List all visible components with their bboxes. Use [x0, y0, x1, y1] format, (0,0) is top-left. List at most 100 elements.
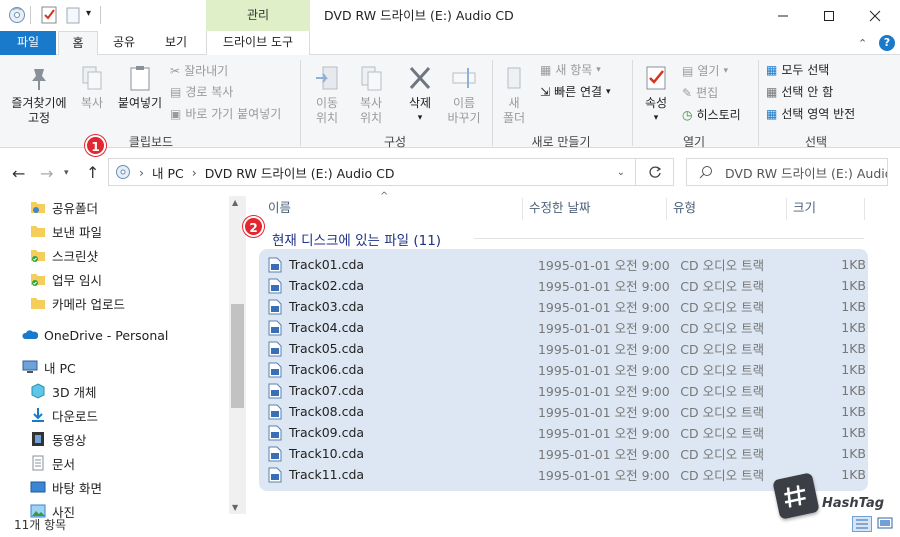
- copy-button[interactable]: 복사: [72, 64, 112, 111]
- file-type: CD 오디오 트랙: [680, 321, 765, 336]
- file-date: 1995-01-01 오전 9:00: [537, 405, 670, 420]
- details-view-icon: [856, 519, 868, 529]
- file-row[interactable]: Track10.cda 1995-01-01 오전 9:00 CD 오디오 트랙 1K…: [268, 443, 866, 464]
- file-name: Track01.cda: [289, 257, 365, 272]
- nav-item-4[interactable]: 카메라 업로드: [0, 291, 125, 315]
- properties-quick-icon[interactable]: [40, 6, 58, 24]
- edit-button[interactable]: ✎ 편집: [682, 83, 718, 103]
- annotation-badge-2: 2: [243, 216, 264, 237]
- nav-item-8[interactable]: 다운로드: [0, 403, 98, 427]
- file-row[interactable]: Track08.cda 1995-01-01 오전 9:00 CD 오디오 트랙 1K…: [268, 401, 866, 422]
- file-type: CD 오디오 트랙: [680, 447, 765, 462]
- column-date[interactable]: 수정한 날짜: [529, 198, 590, 220]
- file-row[interactable]: Track07.cda 1995-01-01 오전 9:00 CD 오디오 트랙 1K…: [268, 380, 866, 401]
- cut-button[interactable]: ✂ 잘라내기: [170, 61, 228, 81]
- open-button[interactable]: ▤ 열기 ▾: [682, 61, 728, 81]
- nav-item-1[interactable]: 보낸 파일: [0, 219, 102, 243]
- nav-item-3[interactable]: 업무 임시: [0, 267, 102, 291]
- tab-drive-tools[interactable]: 드라이브 도구: [206, 31, 310, 55]
- file-size: 1KB: [841, 467, 867, 482]
- nav-item-label: 카메라 업로드: [52, 296, 125, 312]
- delete-dropdown-icon[interactable]: ▾: [398, 111, 442, 126]
- properties-dropdown-icon[interactable]: ▾: [638, 111, 674, 126]
- details-view-button[interactable]: [852, 516, 872, 532]
- new-folder-quick-icon[interactable]: [64, 6, 82, 24]
- nav-item-6[interactable]: 내 PC: [0, 355, 76, 379]
- maximize-button[interactable]: [806, 0, 852, 31]
- nav-scrollbar[interactable]: ▲ ▼: [229, 196, 246, 514]
- back-arrow-icon[interactable]: ←: [12, 164, 25, 183]
- select-none-button[interactable]: ▦ 선택 안 함: [766, 82, 833, 102]
- invert-selection-button[interactable]: ▦ 선택 영역 반전: [766, 104, 855, 124]
- nav-item-0[interactable]: 공유폴더: [0, 195, 98, 219]
- large-icons-view-button[interactable]: [876, 516, 894, 532]
- nav-item-7[interactable]: 3D 개체: [0, 379, 97, 403]
- up-arrow-icon[interactable]: ↑: [86, 163, 99, 182]
- nav-item-2[interactable]: 스크린샷: [0, 243, 98, 267]
- scissors-icon: ✂: [170, 64, 181, 78]
- nav-item-11[interactable]: 바탕 화면: [0, 475, 102, 499]
- customize-quick-access-icon[interactable]: ▾: [86, 8, 91, 19]
- new-folder-button[interactable]: 새 폴더: [496, 64, 532, 126]
- nav-item-label: 사진: [52, 504, 76, 520]
- cloud-icon: [22, 327, 39, 343]
- breadcrumb-dvd-drive[interactable]: DVD RW 드라이브 (E:) Audio CD: [205, 163, 395, 182]
- tab-share[interactable]: 공유: [104, 31, 144, 55]
- file-type: CD 오디오 트랙: [680, 279, 765, 294]
- file-row[interactable]: Track04.cda 1995-01-01 오전 9:00 CD 오디오 트랙 1K…: [268, 317, 866, 338]
- move-to-button[interactable]: 이동 위치: [306, 64, 348, 126]
- forward-arrow-icon[interactable]: →: [40, 164, 53, 183]
- new-item-button[interactable]: ▦ 새 항목 ▾: [540, 60, 601, 80]
- scroll-down-icon[interactable]: ▼: [232, 503, 238, 512]
- scroll-thumb[interactable]: [231, 304, 244, 408]
- paste-button[interactable]: 붙여넣기: [114, 64, 166, 111]
- scroll-up-icon[interactable]: ▲: [232, 198, 238, 207]
- file-row[interactable]: Track03.cda 1995-01-01 오전 9:00 CD 오디오 트랙 1K…: [268, 296, 866, 317]
- file-row[interactable]: Track09.cda 1995-01-01 오전 9:00 CD 오디오 트랙 1K…: [268, 422, 866, 443]
- close-button[interactable]: [852, 0, 898, 31]
- column-size[interactable]: 크기: [793, 198, 816, 220]
- file-row[interactable]: Track06.cda 1995-01-01 오전 9:00 CD 오디오 트랙 1K…: [268, 359, 866, 380]
- help-icon[interactable]: ?: [879, 35, 895, 51]
- group-header[interactable]: 현재 디스크에 있는 파일 (11): [272, 229, 441, 249]
- tab-file[interactable]: 파일: [0, 31, 56, 55]
- delete-button[interactable]: 삭제 ▾: [398, 64, 442, 126]
- pin-quick-access-button[interactable]: 즐겨찾기에 고정: [6, 64, 72, 126]
- history-button[interactable]: ◷ 히스토리: [682, 105, 741, 125]
- new-item-icon: ▦: [540, 63, 552, 77]
- cd-drive-icon: [116, 165, 130, 179]
- nav-item-5[interactable]: OneDrive - Personal: [0, 323, 168, 347]
- easy-access-button[interactable]: ⇲ 빠른 연결 ▾: [540, 82, 611, 102]
- column-type[interactable]: 유형: [673, 198, 696, 220]
- file-row[interactable]: Track01.cda 1995-01-01 오전 9:00 CD 오디오 트랙 1K…: [268, 254, 866, 275]
- address-dropdown-icon[interactable]: ⌄: [617, 167, 625, 178]
- cda-file-icon: [268, 425, 282, 441]
- rename-button[interactable]: 이름 바꾸기: [442, 64, 486, 126]
- copy-to-button[interactable]: 복사 위치: [350, 64, 392, 126]
- manage-context-tab[interactable]: 관리: [206, 0, 310, 31]
- select-all-button[interactable]: ▦ 모두 선택: [766, 60, 829, 80]
- file-row[interactable]: Track05.cda 1995-01-01 오전 9:00 CD 오디오 트랙 1K…: [268, 338, 866, 359]
- copy-path-button[interactable]: ▤ 경로 복사: [170, 82, 233, 102]
- select-group-label: 선택: [804, 135, 828, 149]
- recent-locations-icon[interactable]: ▾: [64, 168, 69, 178]
- ribbon-collapse-icon[interactable]: ⌃: [858, 37, 867, 50]
- properties-button[interactable]: 속성 ▾: [638, 64, 674, 126]
- paste-shortcut-button[interactable]: ▣ 바로 가기 붙여넣기: [170, 104, 281, 124]
- cut-label: 잘라내기: [184, 64, 229, 78]
- file-row[interactable]: Track02.cda 1995-01-01 오전 9:00 CD 오디오 트랙 1K…: [268, 275, 866, 296]
- nav-item-9[interactable]: 동영상: [0, 427, 87, 451]
- minimize-button[interactable]: [760, 0, 806, 31]
- tab-view[interactable]: 보기: [156, 31, 196, 55]
- nav-item-label: 3D 개체: [52, 384, 97, 400]
- nav-item-12[interactable]: 사진: [0, 499, 75, 523]
- folder-icon: [30, 295, 46, 311]
- search-input[interactable]: DVD RW 드라이브 (E:) Audio CD 검색: [686, 158, 888, 186]
- nav-item-10[interactable]: 문서: [0, 451, 75, 475]
- tab-home[interactable]: 홈: [58, 31, 98, 56]
- refresh-button[interactable]: [636, 158, 674, 186]
- rename-icon: [452, 68, 476, 88]
- breadcrumb-my-pc[interactable]: 내 PC: [152, 163, 184, 182]
- address-bar[interactable]: › 내 PC › DVD RW 드라이브 (E:) Audio CD ⌄: [108, 158, 636, 186]
- column-name[interactable]: 이름: [268, 198, 291, 220]
